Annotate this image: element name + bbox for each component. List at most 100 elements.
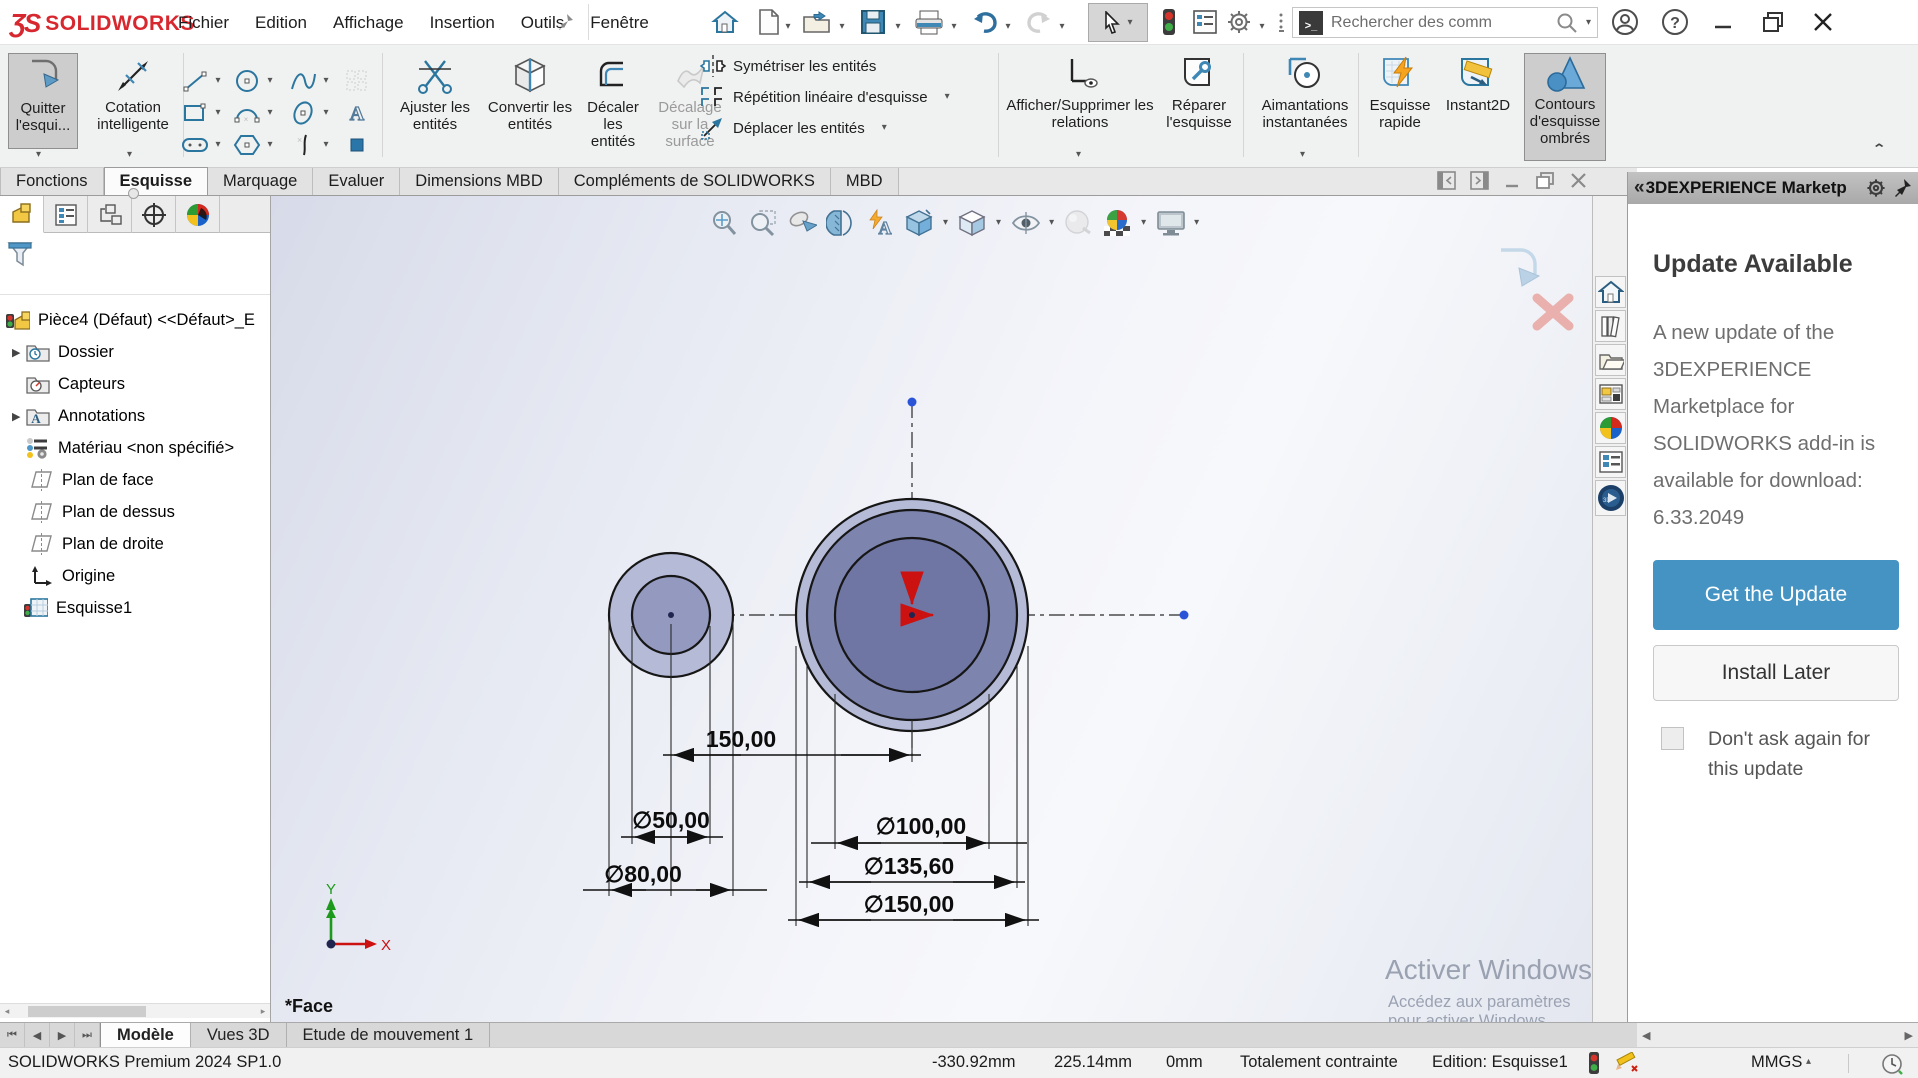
settings-gear-icon[interactable]	[1222, 6, 1256, 38]
tree-item-plan-de-dessus[interactable]: Plan de dessus	[0, 496, 270, 528]
tree-root-part[interactable]: Pièce4 (Défaut) <<Défaut>_E	[0, 304, 270, 336]
tree-item-plan-de-face[interactable]: Plan de face	[0, 464, 270, 496]
open-button[interactable]	[800, 6, 834, 38]
line-tool-dropdown[interactable]: ▾	[210, 76, 226, 86]
tree-item-esquisse1[interactable]: Esquisse1	[0, 592, 270, 624]
print-dropdown[interactable]: ▾	[948, 16, 960, 34]
ellipse-tool[interactable]	[288, 99, 318, 127]
redo-button[interactable]	[1022, 6, 1056, 38]
construction-geometry-tool[interactable]	[342, 131, 372, 159]
exit-sketch-dropdown[interactable]: ▾	[36, 149, 41, 160]
menu-affichage[interactable]: Affichage	[333, 13, 404, 33]
centerline-endpoint[interactable]	[1179, 610, 1189, 620]
taskpane-appearances-icon[interactable]	[1595, 412, 1626, 444]
configuration-manager-tab[interactable]	[88, 196, 132, 233]
restore-button[interactable]	[1756, 6, 1790, 38]
redo-dropdown[interactable]: ▾	[1056, 16, 1068, 34]
slot-tool-dropdown[interactable]: ▾	[210, 140, 226, 150]
status-warning-pencil-icon[interactable]	[1614, 1052, 1640, 1074]
display-delete-relations-button[interactable]: Afficher/Supprimer les relations	[1004, 53, 1156, 131]
units-selector[interactable]: MMGS	[1751, 1053, 1802, 1072]
circle-center-point[interactable]	[909, 612, 915, 618]
collapse-panel-icon[interactable]: «	[1634, 177, 1644, 199]
tree-item-dossier[interactable]: ▶ Dossier	[0, 336, 270, 368]
mirror-entities-button[interactable]: Symétriser les entités	[700, 53, 950, 79]
tab-scroll-prev[interactable]: ◀	[25, 1023, 50, 1047]
dimension-lines[interactable]	[583, 747, 1039, 928]
tab-etude-mouvement[interactable]: Etude de mouvement 1	[287, 1023, 491, 1047]
undo-dropdown[interactable]: ▾	[1002, 16, 1014, 34]
tab-fonctions[interactable]: Fonctions	[0, 168, 104, 195]
linear-pattern-dropdown[interactable]: ▾	[945, 92, 950, 102]
taskpane-custom-properties-icon[interactable]	[1595, 446, 1626, 478]
new-document-dropdown[interactable]: ▾	[782, 16, 794, 34]
tab-evaluer[interactable]: Evaluer	[313, 168, 401, 195]
line-tool[interactable]	[180, 67, 210, 95]
dim-d100[interactable]: ∅100,00	[876, 813, 966, 839]
repair-sketch-button[interactable]: Réparer l'esquisse	[1160, 53, 1238, 131]
smart-dimension-button[interactable]: Cotation intelligente	[86, 53, 180, 133]
rectangle-tool-dropdown[interactable]: ▾	[210, 108, 226, 118]
units-dropdown[interactable]: ▴	[1806, 1057, 1811, 1067]
circle-center-point[interactable]	[668, 612, 674, 618]
panel-splitter-handle[interactable]	[128, 188, 139, 199]
save-button[interactable]	[856, 6, 890, 38]
trim-entities-button[interactable]: Ajuster les entités	[392, 53, 478, 133]
close-button[interactable]	[1806, 6, 1840, 38]
pane-left-icon[interactable]	[1437, 171, 1456, 190]
tab-mbd[interactable]: MBD	[830, 168, 899, 195]
tab-complements[interactable]: Compléments de SOLIDWORKS	[558, 168, 831, 195]
minimize-button[interactable]	[1706, 6, 1740, 38]
print-button[interactable]	[912, 6, 946, 38]
scroll-left-arrow[interactable]: ◂	[0, 1006, 14, 1017]
rectangle-tool[interactable]	[180, 99, 210, 127]
menu-fichier[interactable]: Fichier	[178, 13, 229, 33]
strip-scroll-left[interactable]: ◀	[1642, 1029, 1650, 1042]
sketch-canvas[interactable]: 150,00 ∅50,00 ∅80,00 ∅100,00 ∅135,60 ∅15…	[271, 196, 1592, 1022]
scrollbar-thumb[interactable]	[28, 1005, 146, 1017]
tree-item-origine[interactable]: Origine	[0, 560, 270, 592]
menu-edition[interactable]: Edition	[255, 13, 307, 33]
linear-pattern-button[interactable]: Répétition linéaire d'esquisse ▾	[700, 84, 950, 110]
point-tool[interactable]: ×	[288, 131, 318, 159]
dim-d80[interactable]: ∅80,00	[604, 861, 682, 887]
tree-item-plan-de-droite[interactable]: Plan de droite	[0, 528, 270, 560]
tab-scroll-last[interactable]: ⏭	[75, 1023, 100, 1047]
panel-pin-icon[interactable]	[1892, 178, 1912, 198]
save-dropdown[interactable]: ▾	[892, 16, 904, 34]
move-entities-dropdown[interactable]: ▾	[882, 123, 887, 133]
dim-d50[interactable]: ∅50,00	[632, 807, 710, 833]
doc-close-icon[interactable]	[1569, 171, 1588, 190]
filter-icon[interactable]	[6, 239, 34, 269]
tree-item-capteurs[interactable]: Capteurs	[0, 368, 270, 400]
tab-dimensions-mbd[interactable]: Dimensions MBD	[400, 168, 559, 195]
install-later-button[interactable]: Install Later	[1653, 645, 1899, 701]
instant-snaps-button[interactable]: Aimantations instantanées	[1250, 53, 1360, 131]
doc-minimize-icon[interactable]	[1503, 171, 1521, 190]
property-manager-tab[interactable]	[44, 196, 88, 233]
rebuild-traffic-light-icon[interactable]	[1152, 6, 1186, 38]
tab-modele[interactable]: Modèle	[100, 1023, 191, 1047]
tab-marquage[interactable]: Marquage	[208, 168, 314, 195]
tree-item-annotations[interactable]: ▶ A Annotations	[0, 400, 270, 432]
options-list-icon[interactable]	[1188, 6, 1222, 38]
open-dropdown[interactable]: ▾	[836, 16, 848, 34]
dim-d135[interactable]: ∅135,60	[864, 853, 954, 879]
search-input[interactable]	[1331, 13, 1548, 32]
tree-item-materiau[interactable]: Matériau <non spécifié>	[0, 432, 270, 464]
polygon-tool[interactable]	[232, 131, 262, 159]
taskpane-library-icon[interactable]	[1595, 344, 1626, 376]
search-icon[interactable]	[1556, 12, 1578, 34]
tab-esquisse[interactable]: Esquisse	[103, 167, 209, 195]
graphics-viewport[interactable]: A ▾ ▾ ▾ ▾ ▾ 150,00 ∅50,00 ∅80,00 ∅100,00…	[271, 196, 1592, 1022]
dim-center-distance[interactable]: 150,00	[706, 726, 776, 752]
status-traffic-light-icon[interactable]	[1588, 1051, 1600, 1075]
spline-tool[interactable]	[288, 67, 318, 95]
search-dropdown[interactable]: ▾	[1586, 17, 1591, 28]
tab-scroll-first[interactable]: ⏮	[0, 1023, 25, 1047]
dont-ask-checkbox[interactable]	[1661, 727, 1684, 750]
get-update-button[interactable]: Get the Update	[1653, 560, 1899, 630]
select-tool-button[interactable]: ▾	[1088, 3, 1148, 42]
move-entities-button[interactable]: Déplacer les entités ▾	[700, 115, 950, 141]
menu-fenetre[interactable]: Fenêtre	[590, 13, 649, 33]
